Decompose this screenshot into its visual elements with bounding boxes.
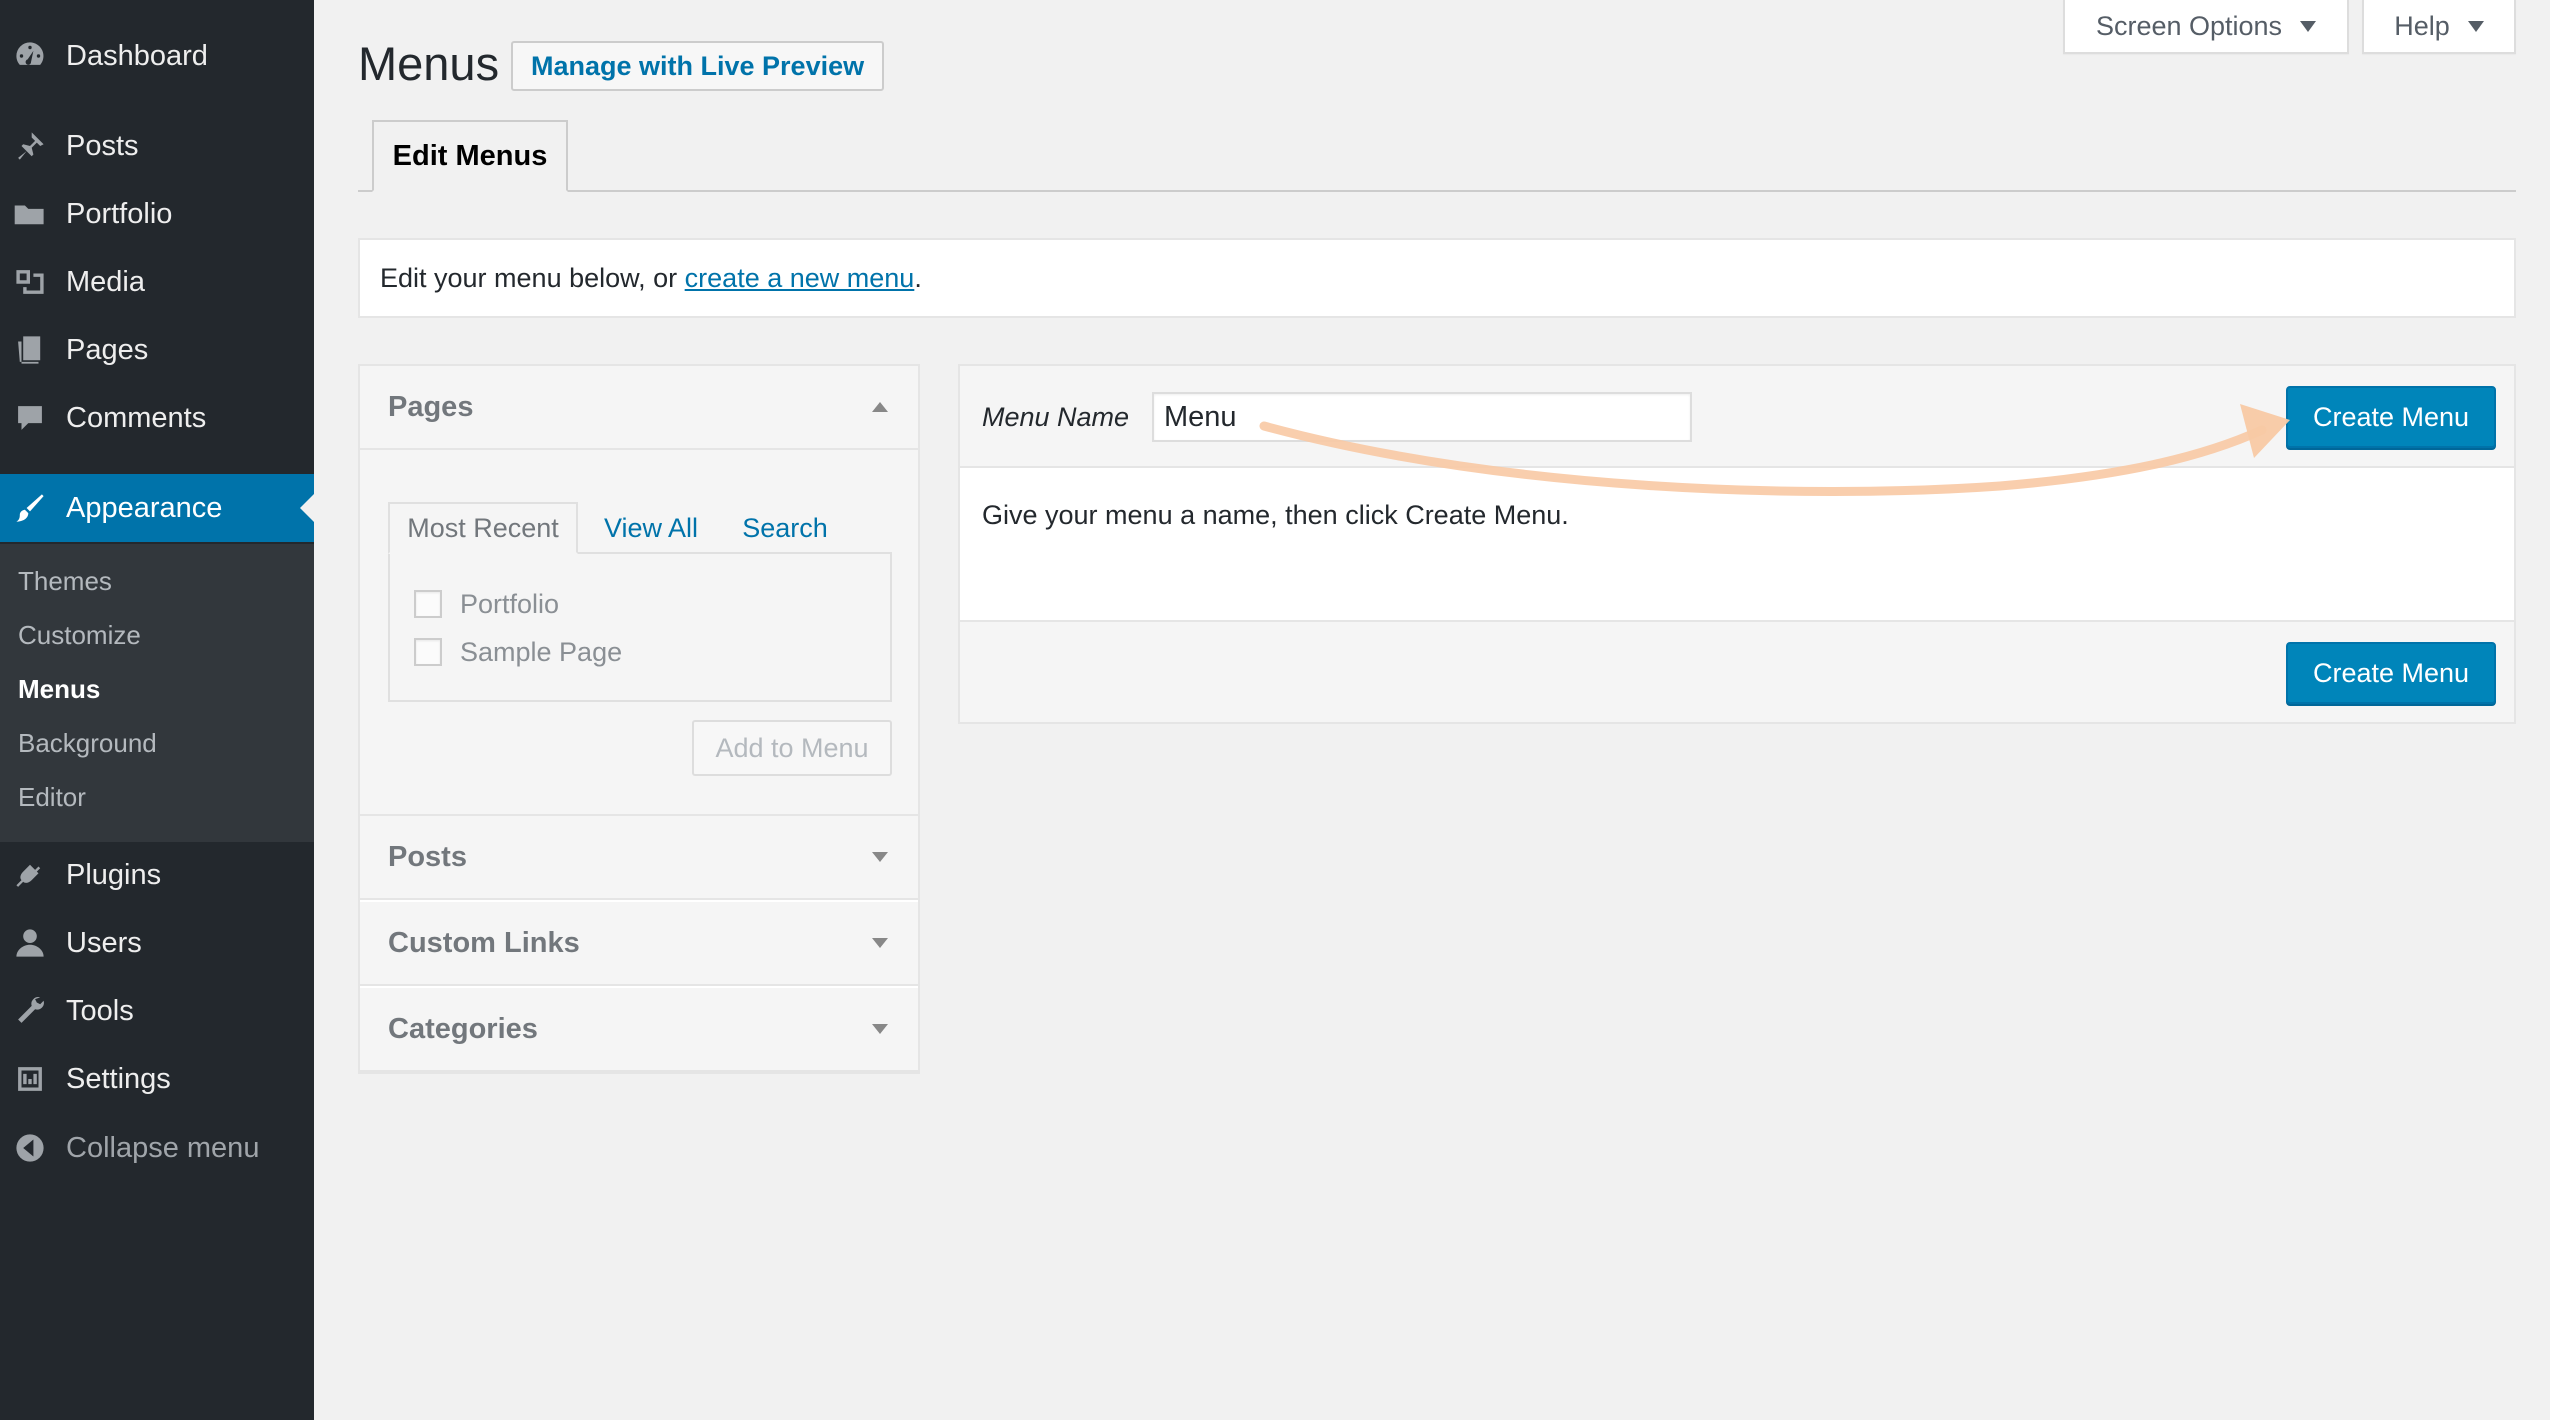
sidebar-item-label: Comments <box>66 401 207 434</box>
tab-view-all[interactable]: View All <box>586 502 716 554</box>
checkbox-label: Sample Page <box>460 636 623 667</box>
wrench-icon <box>12 993 48 1029</box>
sidebar-item-media[interactable]: Media <box>0 252 314 312</box>
sidebar-item-appearance[interactable]: Appearance <box>0 474 314 542</box>
sidebar-item-pages[interactable]: Pages <box>0 320 314 380</box>
chevron-down-icon <box>872 938 888 948</box>
tab-most-recent[interactable]: Most Recent <box>388 502 578 554</box>
most-recent-panel: Portfolio Sample Page <box>388 552 892 702</box>
submenu-item-themes[interactable]: Themes <box>18 566 112 597</box>
menu-editor: Menu Name Create Menu Give your menu a n… <box>958 364 2516 724</box>
sidebar-item-label: Tools <box>66 994 134 1027</box>
submenu-item-editor[interactable]: Editor <box>18 782 86 813</box>
notice-suffix: . <box>914 262 922 293</box>
menu-name-label: Menu Name <box>982 402 1130 432</box>
admin-sidebar: Dashboard Posts Portfolio Media Pages Co… <box>0 0 314 1420</box>
collapse-menu-button[interactable]: Collapse menu <box>0 1118 314 1178</box>
sidebar-item-tools[interactable]: Tools <box>0 981 314 1041</box>
chevron-down-icon <box>872 1024 888 1034</box>
pages-icon <box>12 332 48 368</box>
accordion-title: Pages <box>388 390 474 423</box>
menu-instructions: Give your menu a name, then click Create… <box>982 500 1569 530</box>
accordion-title: Categories <box>388 1012 538 1045</box>
current-indicator <box>300 494 314 522</box>
accordion-section-custom-links[interactable]: Custom Links <box>360 902 918 986</box>
sidebar-item-plugins[interactable]: Plugins <box>0 845 314 905</box>
dashboard-icon <box>12 38 48 74</box>
tab-divider <box>358 190 2516 192</box>
sidebar-item-label: Dashboard <box>66 39 208 72</box>
chevron-down-icon <box>2300 20 2317 32</box>
submenu-item-menus[interactable]: Menus <box>18 674 100 705</box>
help-label: Help <box>2394 10 2450 41</box>
sidebar-item-label: Users <box>66 926 142 959</box>
create-menu-button[interactable]: Create Menu <box>2286 386 2496 448</box>
add-to-menu-button[interactable]: Add to Menu <box>692 720 892 776</box>
pin-icon <box>12 128 48 164</box>
user-icon <box>12 925 48 961</box>
checkbox-label: Portfolio <box>460 588 560 619</box>
plugin-icon <box>12 857 48 893</box>
sidebar-item-label: Plugins <box>66 858 162 891</box>
sidebar-item-dashboard[interactable]: Dashboard <box>0 26 314 86</box>
folder-icon <box>12 196 48 232</box>
chevron-down-icon <box>2467 20 2484 32</box>
chevron-up-icon <box>872 402 888 412</box>
manage-menus-notice: Edit your menu below, or create a new me… <box>358 238 2516 318</box>
sidebar-item-comments[interactable]: Comments <box>0 388 314 448</box>
page-title: Menus <box>358 37 500 90</box>
wp-admin-screen: Dashboard Posts Portfolio Media Pages Co… <box>0 0 2550 1420</box>
menu-items-accordion: Pages Most Recent View All Search Portfo… <box>358 364 920 1074</box>
menu-editor-footer: Create Menu <box>960 620 2514 722</box>
accordion-section-posts[interactable]: Posts <box>360 816 918 900</box>
accordion-section-categories[interactable]: Categories <box>360 988 918 1072</box>
chevron-down-icon <box>872 852 888 862</box>
create-menu-button-bottom[interactable]: Create Menu <box>2286 642 2496 704</box>
pages-panel: Most Recent View All Search Portfolio Sa… <box>360 450 918 816</box>
tab-search[interactable]: Search <box>720 502 850 554</box>
brush-icon <box>12 490 48 526</box>
checkbox[interactable] <box>414 590 442 618</box>
submenu-item-customize[interactable]: Customize <box>18 620 141 651</box>
collapse-label: Collapse menu <box>66 1131 260 1164</box>
create-new-menu-link[interactable]: create a new menu <box>685 263 915 294</box>
appearance-submenu: Themes Customize Menus Background Editor <box>0 544 314 842</box>
comment-icon <box>12 400 48 436</box>
checkbox-row-sample-page[interactable]: Sample Page <box>414 632 622 672</box>
sidebar-item-users[interactable]: Users <box>0 913 314 973</box>
sidebar-item-settings[interactable]: Settings <box>0 1049 314 1109</box>
accordion-section-pages[interactable]: Pages <box>360 366 918 450</box>
help-button[interactable]: Help <box>2362 0 2516 54</box>
menu-editor-body: Give your menu a name, then click Create… <box>960 468 2514 620</box>
tab-edit-menus[interactable]: Edit Menus <box>372 120 568 192</box>
checkbox-row-portfolio[interactable]: Portfolio <box>414 584 559 624</box>
sidebar-item-label: Portfolio <box>66 197 173 230</box>
accordion-title: Posts <box>388 840 467 873</box>
sidebar-item-label: Pages <box>66 333 149 366</box>
sidebar-item-portfolio[interactable]: Portfolio <box>0 184 314 244</box>
sidebar-item-label: Posts <box>66 129 139 162</box>
manage-live-preview-button[interactable]: Manage with Live Preview <box>511 41 885 91</box>
submenu-item-background[interactable]: Background <box>18 728 157 759</box>
accordion-title: Custom Links <box>388 926 580 959</box>
screen-options-label: Screen Options <box>2095 10 2283 41</box>
collapse-icon <box>12 1130 48 1166</box>
notice-text: Edit your menu below, or <box>380 262 685 293</box>
settings-icon <box>12 1061 48 1097</box>
sidebar-item-label: Media <box>66 265 145 298</box>
menu-name-input[interactable] <box>1152 392 1692 442</box>
menu-editor-header: Menu Name Create Menu <box>960 366 2514 468</box>
media-icon <box>12 264 48 300</box>
checkbox[interactable] <box>414 638 442 666</box>
sidebar-item-label: Settings <box>66 1062 171 1095</box>
screen-options-button[interactable]: Screen Options <box>2063 0 2349 54</box>
sidebar-item-label: Appearance <box>66 491 223 524</box>
sidebar-item-posts[interactable]: Posts <box>0 116 314 176</box>
